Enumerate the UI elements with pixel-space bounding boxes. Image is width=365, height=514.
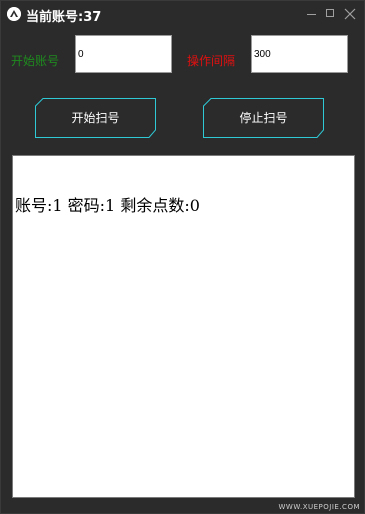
start-account-label: 开始账号 <box>11 54 60 68</box>
title-bar[interactable]: 当前账号:37 <box>1 1 364 29</box>
start-scan-button[interactable]: 开始扫号 <box>35 98 156 138</box>
app-logo-icon <box>7 7 21 21</box>
interval-input[interactable] <box>251 35 348 73</box>
start-account-input[interactable] <box>75 35 172 73</box>
stop-scan-button[interactable]: 停止扫号 <box>203 98 324 138</box>
close-icon[interactable] <box>341 5 359 23</box>
app-window: 当前账号:37 开始账号 操作间隔 开始扫号 停止扫号 账号:1 密码:1 剩余… <box>0 0 365 514</box>
start-scan-label: 开始扫号 <box>71 111 120 125</box>
maximize-icon[interactable] <box>322 5 340 23</box>
window-title: 当前账号:37 <box>26 10 102 25</box>
minimize-icon[interactable] <box>303 5 321 23</box>
interval-label: 操作间隔 <box>187 54 236 68</box>
log-textarea[interactable]: 账号:1 密码:1 剩余点数:0 <box>12 155 355 498</box>
log-line: 账号:1 密码:1 剩余点数:0 <box>15 196 200 215</box>
watermark: WWW.XUEPOJIE.COM <box>278 503 360 511</box>
stop-scan-label: 停止扫号 <box>239 111 288 125</box>
